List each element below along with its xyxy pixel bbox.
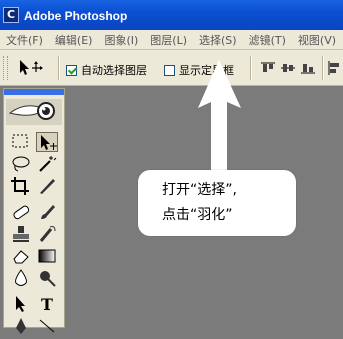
callout-arrow-icon	[198, 60, 241, 178]
instruction-callout: 打开“选择”, 点击“羽化”	[138, 170, 296, 236]
callout-line-1: 打开“选择”,	[162, 182, 237, 198]
callout-line-2: 点击“羽化”	[162, 207, 233, 223]
